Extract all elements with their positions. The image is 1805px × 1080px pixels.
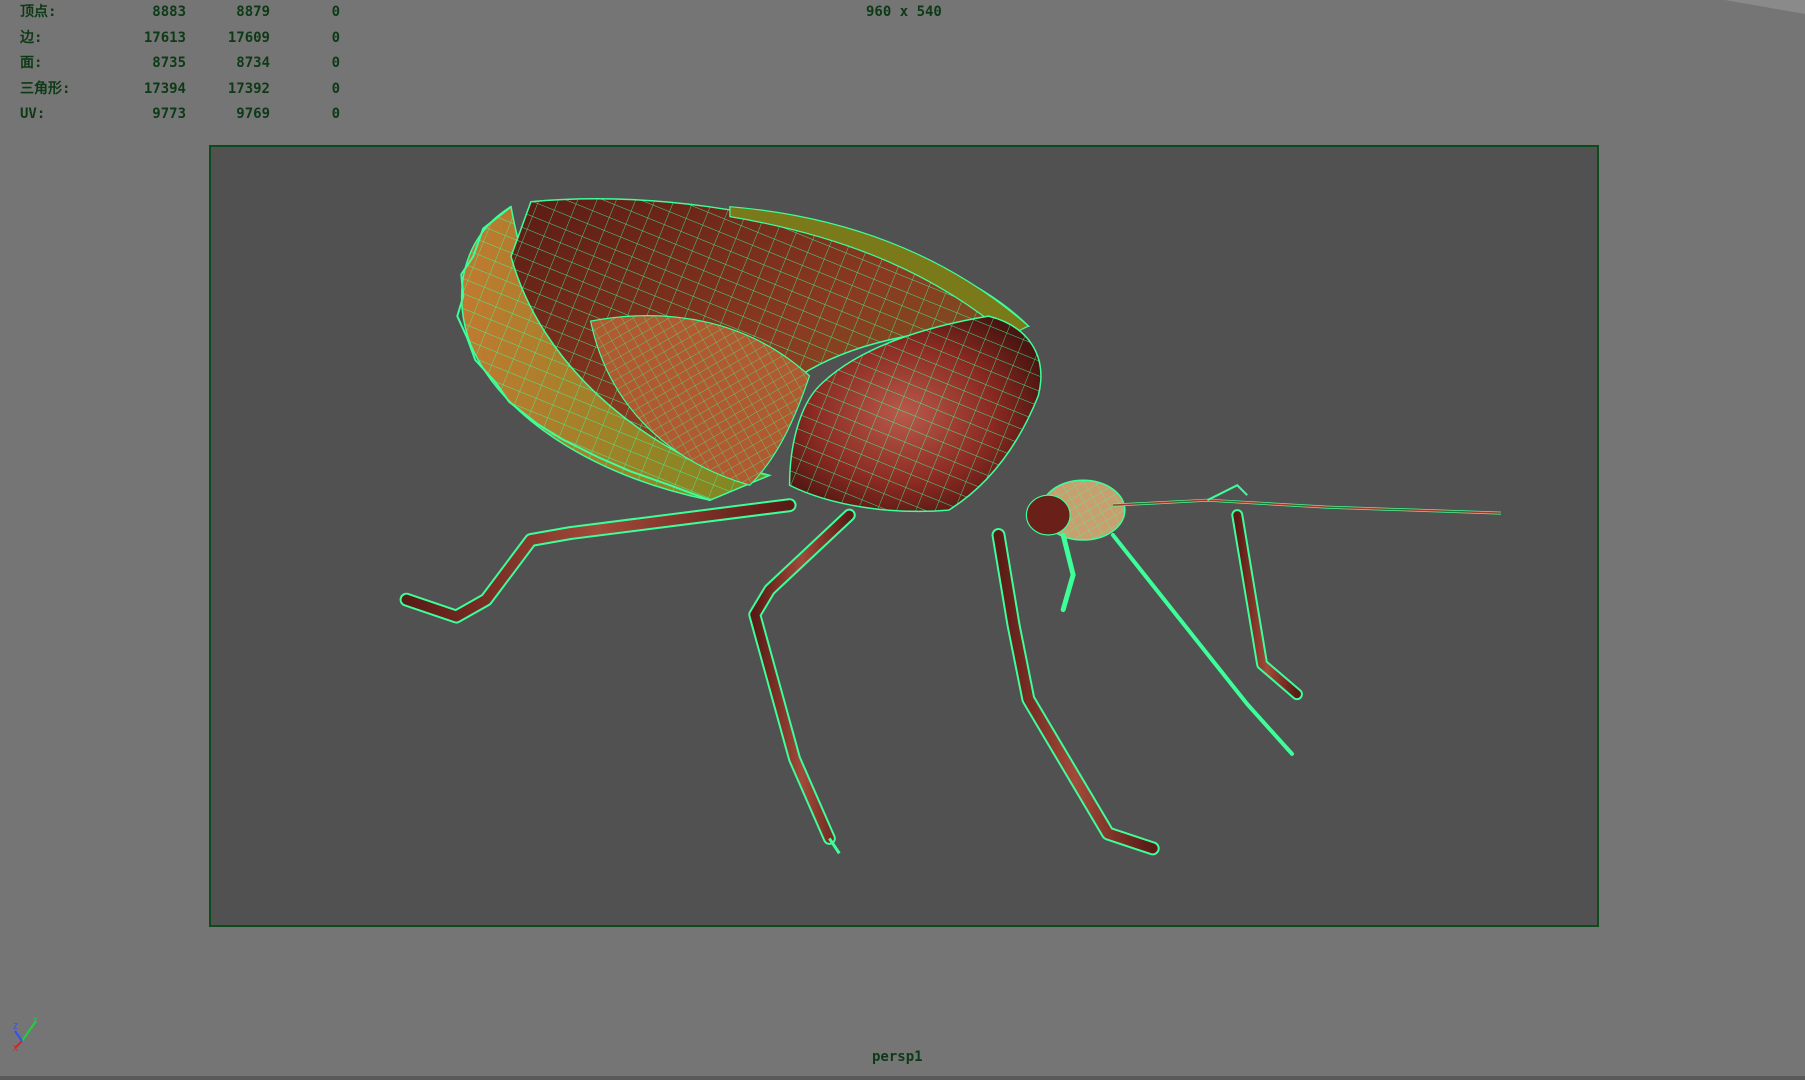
hud-value: 0	[331, 55, 340, 71]
axis-z-label: Z	[13, 1022, 18, 1031]
hud-label: 三角形:	[20, 80, 71, 97]
hud-row-triangles: 三角形: 17394 17392 0	[20, 77, 340, 103]
hud-value: 17613	[143, 29, 186, 46]
hud-label: 顶点:	[20, 4, 57, 20]
axis-y-label: Y	[33, 1016, 38, 1025]
hud-row-vertices: 顶点: 8883 8879 0	[20, 0, 340, 26]
hud-value: 9773	[152, 106, 186, 122]
hud-value: 8734	[236, 55, 270, 71]
leg-hind	[399, 498, 797, 624]
corner-edge-decoration	[1725, 0, 1805, 14]
poly-count-hud: 顶点: 8883 8879 0 边: 17613 17609 0 面: 8735…	[20, 0, 340, 128]
hud-value: 17609	[227, 29, 270, 46]
hud-value: 9769	[236, 106, 270, 122]
rostrum	[1060, 532, 1076, 613]
hud-value: 8883	[152, 4, 186, 20]
antenna	[1112, 484, 1501, 515]
bottom-divider	[0, 1076, 1805, 1080]
hud-row-uvs: UV: 9773 9769 0	[20, 102, 340, 128]
camera-name-label: persp1	[872, 1049, 923, 1065]
head	[1025, 479, 1126, 541]
hud-value: 17394	[143, 80, 186, 97]
hud-label: 面:	[20, 55, 43, 71]
hud-value: 0	[331, 29, 340, 46]
hud-value: 8879	[236, 4, 270, 20]
axis-gizmo-icon: Z Y X	[13, 1016, 38, 1051]
hud-value: 0	[331, 80, 340, 97]
3d-viewport[interactable]: 顶点: 8883 8879 0 边: 17613 17609 0 面: 8735…	[0, 0, 1805, 1080]
resolution-label: 960 x 540	[866, 4, 942, 20]
hud-label: UV:	[20, 106, 46, 122]
insect-model-wireframe[interactable]	[211, 147, 1597, 925]
hud-row-faces: 面: 8735 8734 0	[20, 51, 340, 77]
leg-front	[1110, 509, 1303, 756]
hud-row-edges: 边: 17613 17609 0	[20, 26, 340, 52]
hud-value: 0	[331, 4, 340, 20]
hud-value: 0	[331, 106, 340, 122]
axis-x-label: X	[13, 1044, 18, 1051]
leg-middle-right	[991, 528, 1160, 856]
hud-value: 8735	[152, 55, 186, 71]
hud-value: 17392	[227, 80, 270, 97]
resolution-gate[interactable]	[209, 145, 1599, 927]
hud-label: 边:	[20, 29, 43, 46]
leg-middle-left	[748, 508, 856, 855]
